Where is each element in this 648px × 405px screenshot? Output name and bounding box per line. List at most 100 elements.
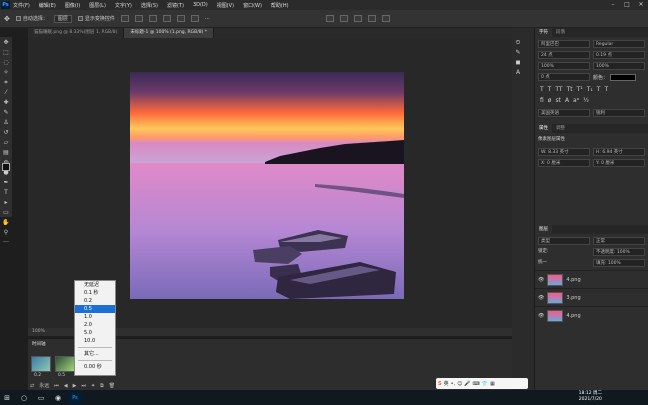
move-tool-icon[interactable]: ✥: [4, 15, 10, 23]
brush-icon[interactable]: ✎: [1, 108, 11, 117]
frame-1-delay[interactable]: 0.2: [34, 373, 41, 378]
delay-option[interactable]: 0.1 秒: [75, 289, 115, 297]
align-middle-icon[interactable]: [176, 15, 185, 22]
marquee-icon[interactable]: ⬚: [1, 48, 11, 57]
more-tools-icon[interactable]: ···: [1, 238, 11, 247]
prev-frame-icon[interactable]: ◀: [64, 383, 68, 389]
menu-item[interactable]: 文件(F): [13, 2, 30, 9]
menu-item[interactable]: 窗口(W): [243, 2, 262, 9]
more-options-icon[interactable]: ···: [205, 16, 210, 22]
show-transform-checkbox[interactable]: [77, 16, 83, 21]
width-field[interactable]: W: 8.33 英寸: [538, 148, 590, 156]
all-caps-icon[interactable]: TT: [555, 86, 562, 93]
x-field[interactable]: X: 0 厘米: [538, 159, 590, 167]
3d-pan-icon[interactable]: [353, 15, 362, 22]
zoom-icon[interactable]: ⚲: [1, 228, 11, 237]
photoshop-taskbar-icon[interactable]: Ps: [68, 391, 82, 404]
align-top-icon[interactable]: [162, 15, 171, 22]
search-icon[interactable]: ○: [17, 392, 31, 404]
eyedropper-icon[interactable]: ⁄: [1, 88, 11, 97]
align-right-icon[interactable]: [148, 15, 157, 22]
menu-item[interactable]: 视图(V): [217, 2, 234, 9]
punctuation-icon[interactable]: •,: [451, 381, 456, 387]
layer-row[interactable]: 👁 4.png: [535, 270, 648, 288]
menu-item[interactable]: 编辑(E): [39, 2, 56, 9]
skin-icon[interactable]: 👕: [482, 381, 488, 387]
layer-row[interactable]: 👁 4.png: [535, 306, 648, 324]
delay-option[interactable]: 5.0: [75, 329, 115, 337]
layer-name[interactable]: 4.png: [566, 277, 580, 283]
3d-mode-icon[interactable]: [325, 15, 334, 22]
lasso-icon[interactable]: ◌: [1, 58, 11, 67]
loop-select[interactable]: 永远: [39, 382, 49, 389]
language-select[interactable]: 美国英语: [538, 109, 590, 117]
menu-item[interactable]: 帮助(H): [271, 2, 289, 9]
maximize-icon[interactable]: □: [620, 0, 634, 10]
menu-item[interactable]: 图像(I): [65, 2, 80, 9]
play-icon[interactable]: ▶: [73, 383, 77, 389]
text-color-swatch[interactable]: [610, 73, 637, 81]
ime-mode-label[interactable]: 英: [444, 380, 449, 387]
visibility-eye-icon[interactable]: 👁: [538, 313, 544, 319]
magic-wand-icon[interactable]: ✧: [1, 68, 11, 77]
faux-bold-icon[interactable]: T: [540, 86, 544, 93]
foreground-color-swatch[interactable]: [2, 163, 10, 171]
tab-document-1[interactable]: 猫猫睡眠.png @ 8.33%(图层 1, RGB/8): [28, 28, 125, 38]
taskbar-clock[interactable]: 18:12 周二 2021/7/20: [579, 391, 602, 403]
delay-option[interactable]: 0.2: [75, 297, 115, 305]
height-field[interactable]: H: 6.94 英寸: [593, 148, 645, 156]
stylistic-icon[interactable]: st: [555, 97, 560, 104]
blend-mode-select[interactable]: 正常: [593, 237, 645, 245]
ordinal-icon[interactable]: aᵃ: [573, 97, 579, 104]
opacity-field[interactable]: 不透明度: 100%: [593, 248, 645, 256]
eraser-icon[interactable]: ▱: [1, 138, 11, 147]
delay-option-selected[interactable]: 0.5: [75, 305, 115, 313]
layer-kind-filter[interactable]: 类型: [538, 237, 590, 245]
tab-document-2[interactable]: 未标题-1 @ 100% (1.png, RGB/8) *: [124, 28, 215, 38]
layer-row[interactable]: 👁 3.png: [535, 288, 648, 306]
crop-icon[interactable]: ⌗: [1, 78, 11, 87]
3d-scale-icon[interactable]: [381, 15, 390, 22]
first-frame-icon[interactable]: ⏮: [54, 383, 59, 389]
align-bottom-icon[interactable]: [190, 15, 199, 22]
browser-icon[interactable]: ◉: [51, 392, 65, 404]
faux-italic-icon[interactable]: T: [548, 86, 552, 93]
gradient-icon[interactable]: ▤: [1, 148, 11, 157]
delete-frame-icon[interactable]: 🗑: [109, 383, 115, 389]
align-center-icon[interactable]: [134, 15, 143, 22]
font-size-field[interactable]: 24 点: [538, 51, 590, 59]
tab-character[interactable]: 字符: [535, 28, 552, 37]
toolbox-icon[interactable]: ▦: [490, 381, 495, 387]
voice-icon[interactable]: 🎤: [464, 381, 470, 387]
brush-settings-icon[interactable]: ✎: [513, 48, 523, 57]
minimize-icon[interactable]: –: [606, 0, 620, 10]
vertical-scale-field[interactable]: 100%: [538, 62, 590, 70]
tween-icon[interactable]: ✦: [91, 383, 95, 389]
visibility-eye-icon[interactable]: 👁: [538, 277, 544, 283]
swash-icon[interactable]: ø: [548, 97, 552, 104]
delay-option[interactable]: 无延迟: [75, 281, 115, 289]
menu-item[interactable]: 滤镜(T): [167, 2, 184, 9]
menu-item[interactable]: 3D(D): [193, 2, 208, 8]
stamp-icon[interactable]: ♙: [1, 118, 11, 127]
show-transform-option[interactable]: 显示变换控件: [77, 15, 115, 22]
fraction-icon[interactable]: ½: [583, 97, 589, 104]
path-select-icon[interactable]: ▸: [1, 198, 11, 207]
menu-item[interactable]: 图层(L): [89, 2, 106, 9]
next-frame-icon[interactable]: ⏭: [81, 383, 86, 389]
3d-rotate-icon[interactable]: [339, 15, 348, 22]
font-family-select[interactable]: 阿里巴巴: [538, 40, 590, 48]
3d-slide-icon[interactable]: [367, 15, 376, 22]
antialias-select[interactable]: 锐利: [593, 109, 645, 117]
tab-adjustments[interactable]: 调整: [552, 124, 569, 133]
delay-other-option[interactable]: 其它...: [75, 350, 115, 358]
auto-select-checkbox[interactable]: [15, 16, 21, 21]
font-style-select[interactable]: Regular: [593, 40, 645, 48]
delay-option[interactable]: 2.0: [75, 321, 115, 329]
pen-icon[interactable]: ✒: [1, 178, 11, 187]
timeline-frame-2[interactable]: [55, 356, 75, 372]
ligature-icon[interactable]: fi: [540, 97, 544, 104]
type-icon[interactable]: T: [1, 188, 11, 197]
convert-icon[interactable]: ⇄: [30, 383, 34, 389]
tab-layers[interactable]: 图层: [535, 225, 552, 234]
